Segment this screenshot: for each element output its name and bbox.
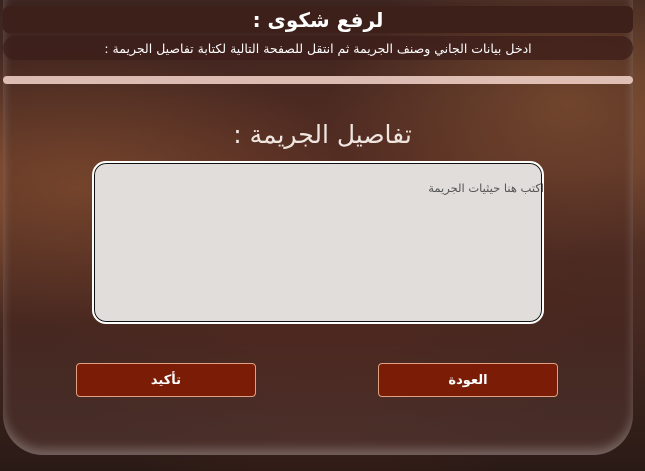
page-title-text: لرفع شكوى : <box>252 7 384 32</box>
crime-details-container <box>92 161 552 334</box>
instructions-text: ادخل بيانات الجاني وصنف الجريمة ثم انتقل… <box>104 40 532 56</box>
instructions-bar: ادخل بيانات الجاني وصنف الجريمة ثم انتقل… <box>3 36 633 60</box>
progress-fill <box>3 76 633 84</box>
back-button[interactable]: العودة <box>378 363 558 397</box>
section-heading: تفاصيل الجريمة : <box>233 120 412 149</box>
crime-details-textarea[interactable] <box>100 171 552 334</box>
page-title: لرفع شكوى : <box>3 6 633 33</box>
confirm-button[interactable]: تأكيد <box>76 363 256 397</box>
progress-bar <box>3 76 633 84</box>
